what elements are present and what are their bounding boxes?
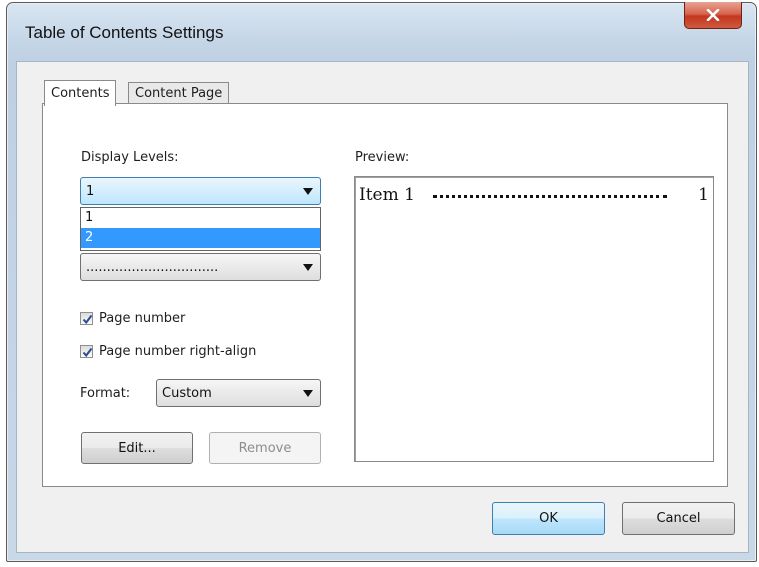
edit-button[interactable]: Edit... xyxy=(81,432,193,464)
preview-item-text: Item 1 xyxy=(359,185,415,205)
leader-style-value: ................................ xyxy=(86,259,219,275)
display-levels-dropdown: 1 2 xyxy=(80,207,321,251)
preview-dot-leader xyxy=(433,195,667,198)
tab-content-page[interactable]: Content Page xyxy=(128,82,230,104)
chevron-down-icon xyxy=(303,390,313,397)
chevron-down-icon xyxy=(303,264,313,271)
format-label: Format: xyxy=(80,386,131,401)
right-align-checkbox[interactable] xyxy=(80,345,93,358)
page-number-checkbox-row[interactable]: Page number xyxy=(80,311,185,326)
display-levels-label: Display Levels: xyxy=(81,150,179,165)
checkmark-icon xyxy=(82,314,93,325)
dropdown-option-2[interactable]: 2 xyxy=(81,228,320,248)
title-bar[interactable]: Table of Contents Settings xyxy=(7,2,756,61)
tab-contents[interactable]: Contents xyxy=(44,80,117,106)
display-levels-select[interactable]: 1 xyxy=(80,177,321,205)
format-select[interactable]: Custom xyxy=(156,379,321,407)
tab-contents-label: Contents xyxy=(51,86,110,101)
chevron-down-icon xyxy=(303,188,313,195)
right-align-label: Page number right-align xyxy=(99,344,257,359)
dropdown-option-1[interactable]: 1 xyxy=(81,208,320,228)
page-number-checkbox[interactable] xyxy=(80,312,93,325)
cancel-button[interactable]: Cancel xyxy=(622,502,735,535)
dialog-title: Table of Contents Settings xyxy=(25,23,224,42)
page-number-label: Page number xyxy=(99,311,186,326)
close-button[interactable] xyxy=(684,2,742,29)
tab-content-page-label: Content Page xyxy=(135,86,223,101)
display-levels-value: 1 xyxy=(86,183,95,199)
close-icon xyxy=(706,9,720,21)
remove-button[interactable]: Remove xyxy=(209,432,321,464)
leader-style-select[interactable]: ................................ xyxy=(80,253,321,281)
preview-label: Preview: xyxy=(355,150,410,165)
preview-pane: Item 1 1 xyxy=(354,176,714,462)
right-align-checkbox-row[interactable]: Page number right-align xyxy=(80,344,256,359)
checkmark-icon xyxy=(82,347,93,358)
preview-page-number: 1 xyxy=(698,185,709,205)
ok-button[interactable]: OK xyxy=(492,502,605,535)
format-value: Custom xyxy=(162,385,212,401)
